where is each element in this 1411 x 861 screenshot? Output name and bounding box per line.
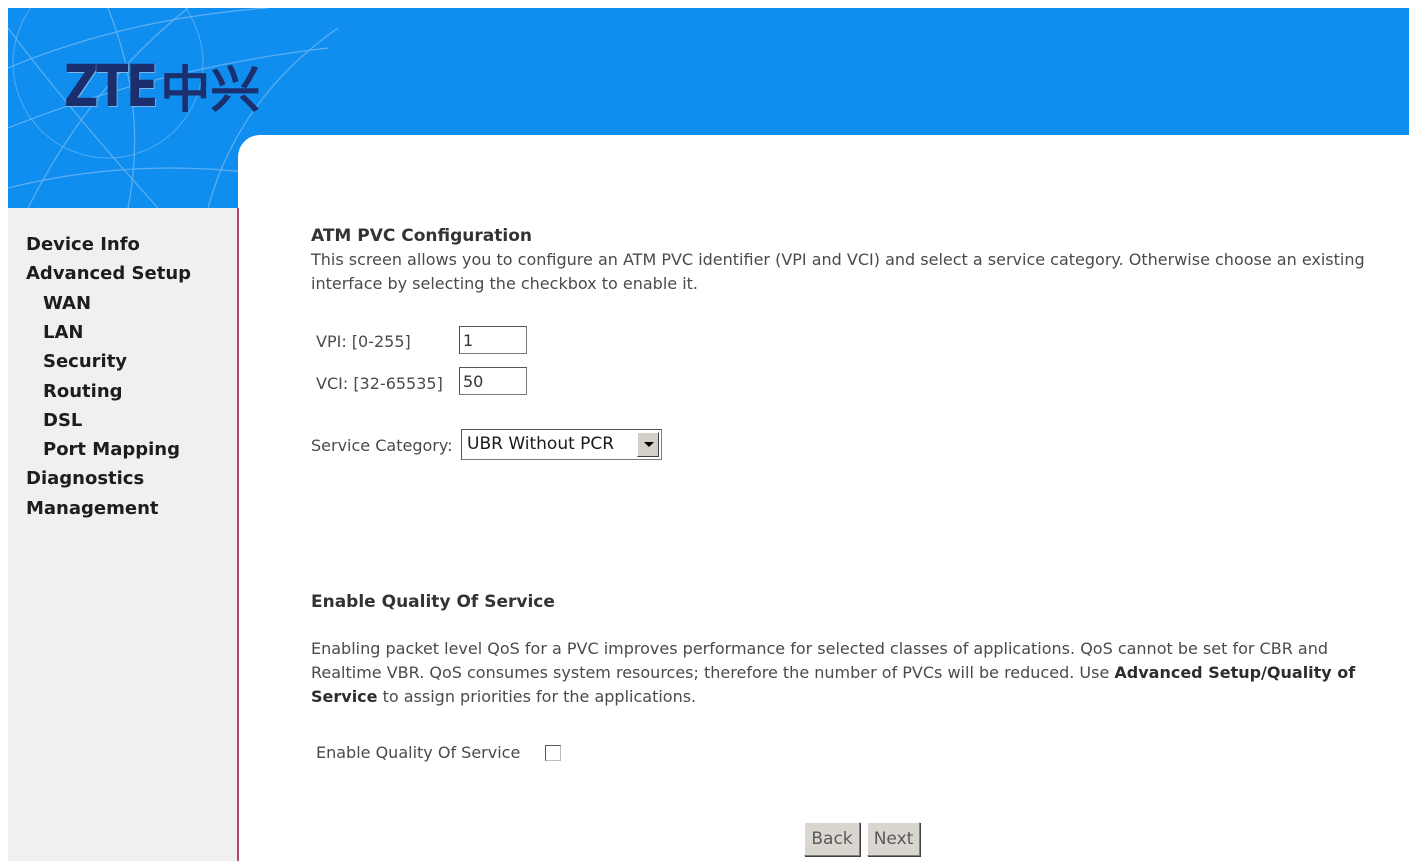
sidebar-item-diagnostics[interactable]: Diagnostics <box>26 468 144 489</box>
qos-description-text-end: to assign priorities for the application… <box>377 687 697 706</box>
sidebar-item-management[interactable]: Management <box>26 498 159 519</box>
content-divider <box>237 208 239 861</box>
logo-latin-text: ZTE <box>64 52 159 120</box>
next-button[interactable]: Next <box>867 822 920 856</box>
sidebar-item-security[interactable]: Security <box>43 351 127 372</box>
sidebar-item-lan[interactable]: LAN <box>43 322 83 343</box>
vci-label: VCI: [32-65535] <box>316 374 443 393</box>
sidebar-item-advanced-setup[interactable]: Advanced Setup <box>26 263 191 284</box>
vci-input[interactable] <box>459 367 527 395</box>
service-category-label: Service Category: <box>311 436 453 455</box>
qos-section-title: Enable Quality Of Service <box>311 592 555 612</box>
qos-checkbox[interactable] <box>545 745 561 761</box>
service-category-select[interactable]: UBR Without PCR <box>461 429 662 460</box>
zte-logo: ZTE 中兴 <box>64 46 260 126</box>
sidebar-item-wan[interactable]: WAN <box>43 293 91 314</box>
sidebar-item-device-info[interactable]: Device Info <box>26 234 140 255</box>
sidebar-item-port-mapping[interactable]: Port Mapping <box>43 439 180 460</box>
back-button[interactable]: Back <box>804 822 860 856</box>
qos-checkbox-label: Enable Quality Of Service <box>316 743 521 762</box>
sidebar-item-routing[interactable]: Routing <box>43 381 123 402</box>
vpi-label: VPI: [0-255] <box>316 332 411 351</box>
service-category-value: UBR Without PCR <box>467 434 615 454</box>
atm-description: This screen allows you to configure an A… <box>311 250 1365 293</box>
qos-description: Enabling packet level QoS for a PVC impr… <box>311 637 1401 709</box>
logo-cjk-text: 中兴 <box>160 61 261 119</box>
chevron-down-icon[interactable] <box>637 432 659 457</box>
sidebar-item-dsl[interactable]: DSL <box>43 410 82 431</box>
router-config-page: ZTE 中兴 Device Info Advanced Setup WAN LA… <box>8 8 1409 861</box>
atm-section-title: ATM PVC Configuration <box>311 226 532 246</box>
vpi-input[interactable] <box>459 326 527 354</box>
sidebar-nav: Device Info Advanced Setup WAN LAN Secur… <box>8 208 237 861</box>
